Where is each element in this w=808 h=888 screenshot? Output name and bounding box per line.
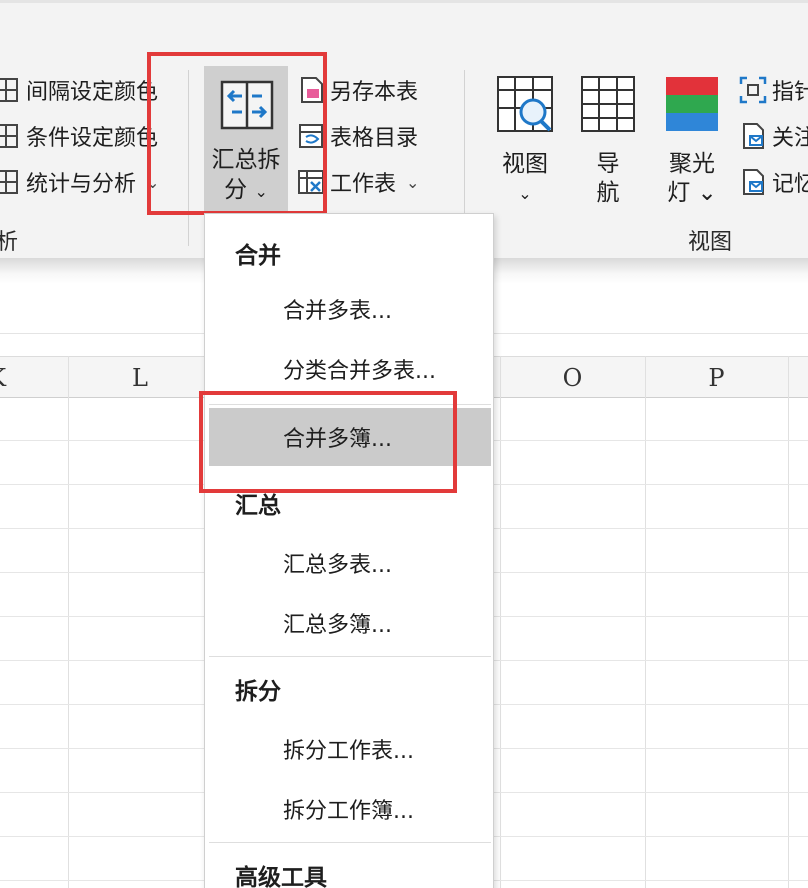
ribbon-item-worksheet[interactable]: 工作表 ⌄ <box>296 164 419 200</box>
menu-separator <box>209 842 491 843</box>
view-label: 视图 <box>502 151 548 177</box>
menu-item-split-workbook[interactable]: 拆分工作簿... <box>209 780 491 838</box>
ribbon-item-condition-color[interactable]: 条件设定颜色 <box>0 118 158 154</box>
grid-navigation-icon <box>581 76 635 132</box>
menu-heading-merge: 合并 <box>235 243 281 269</box>
table-color-icon <box>0 78 18 102</box>
grid-column-line <box>788 356 789 888</box>
menu-item-split-worksheet[interactable]: 拆分工作表... <box>209 720 491 778</box>
menu-separator <box>209 656 491 657</box>
menu-item-category-merge-sheets[interactable]: 分类合并多表... <box>209 340 491 398</box>
ribbon-item-label: 间隔设定颜色 <box>26 80 159 105</box>
menu-item-merge-sheets[interactable]: 合并多表... <box>209 280 491 338</box>
ribbon-item-label: 统计与分析 <box>26 172 137 197</box>
table-condition-icon <box>0 124 18 148</box>
chevron-down-icon: ⌄ <box>406 172 420 192</box>
ribbon-item-pointer[interactable]: 指针 <box>738 72 808 108</box>
merge-arrows-icon <box>220 80 274 130</box>
ribbon-item-label: 指针 <box>772 80 808 105</box>
ribbon-item-label: 工作表 <box>330 172 397 197</box>
group-label-analysis: 析 <box>0 230 19 255</box>
group-separator <box>188 70 189 246</box>
column-header-k[interactable]: K <box>0 357 32 399</box>
chevron-down-icon: ⌄ <box>146 172 160 192</box>
ribbon-item-interval-color[interactable]: 间隔设定颜色 <box>0 72 158 108</box>
grid-column-line <box>500 356 501 888</box>
menu-heading-advanced-tools: 高级工具 <box>235 865 327 888</box>
spotlight-icon <box>666 77 718 131</box>
menu-item-summary-workbooks[interactable]: 汇总多簿... <box>209 594 491 652</box>
menu-item-merge-workbooks[interactable]: 合并多簿... <box>209 408 491 466</box>
spotlight-label-line1: 聚光 <box>669 151 715 177</box>
follow-doc-icon <box>743 123 764 149</box>
grid-column-line <box>645 356 646 888</box>
table-stats-icon <box>0 170 18 194</box>
column-header-o[interactable]: O <box>500 357 645 399</box>
worksheet-icon <box>298 170 324 194</box>
group-label-view: 视图 <box>688 230 733 255</box>
menu-heading-split: 拆分 <box>235 679 281 705</box>
ribbon-item-table-directory[interactable]: 表格目录 <box>296 118 418 154</box>
menu-heading-summary: 汇总 <box>235 493 281 519</box>
menu-item-summary-sheets[interactable]: 汇总多表... <box>209 534 491 592</box>
spotlight-button[interactable]: 聚光 灯 ⌄ <box>660 74 724 208</box>
summary-split-menu: 合并 合并多表... 分类合并多表... 合并多簿... 汇总 汇总多表... … <box>204 213 494 888</box>
column-header-l[interactable]: L <box>68 357 212 399</box>
navigation-button[interactable]: 导 航 <box>578 74 638 208</box>
view-magnifier-icon <box>497 76 553 132</box>
table-directory-icon <box>299 124 323 148</box>
ribbon-item-save-sheet[interactable]: 另存本表 <box>296 72 418 108</box>
ribbon-item-memory[interactable]: 记忆 <box>738 164 808 200</box>
ribbon-item-follow[interactable]: 关注 <box>738 118 808 154</box>
chevron-down-icon: ⌄ <box>518 184 532 203</box>
grid-column-line <box>68 356 69 888</box>
navigation-label-line2: 航 <box>596 180 620 206</box>
summary-split-label-line2: 分 ⌄ <box>224 177 268 203</box>
chevron-down-icon: ⌄ <box>254 182 268 201</box>
summary-split-button[interactable]: 汇总拆 分 ⌄ <box>204 66 288 212</box>
ribbon-item-label: 关注 <box>772 126 808 151</box>
ribbon-item-label: 另存本表 <box>330 80 419 105</box>
ribbon-item-label: 表格目录 <box>330 126 419 151</box>
ribbon-item-label: 条件设定颜色 <box>26 126 159 151</box>
spotlight-label-line2: 灯 ⌄ <box>667 180 717 206</box>
column-header-p[interactable]: P <box>645 357 788 399</box>
save-sheet-icon <box>301 77 323 103</box>
ribbon-item-stats-analysis[interactable]: 统计与分析 ⌄ <box>0 164 159 200</box>
memory-doc-icon <box>743 169 764 195</box>
navigation-label-line1: 导 <box>596 151 620 177</box>
pointer-frame-icon <box>739 76 767 104</box>
view-button[interactable]: 视图 ⌄ <box>494 74 556 208</box>
summary-split-label-line1: 汇总拆 <box>211 147 281 173</box>
menu-separator <box>209 404 491 405</box>
ribbon-item-label: 记忆 <box>772 172 808 197</box>
